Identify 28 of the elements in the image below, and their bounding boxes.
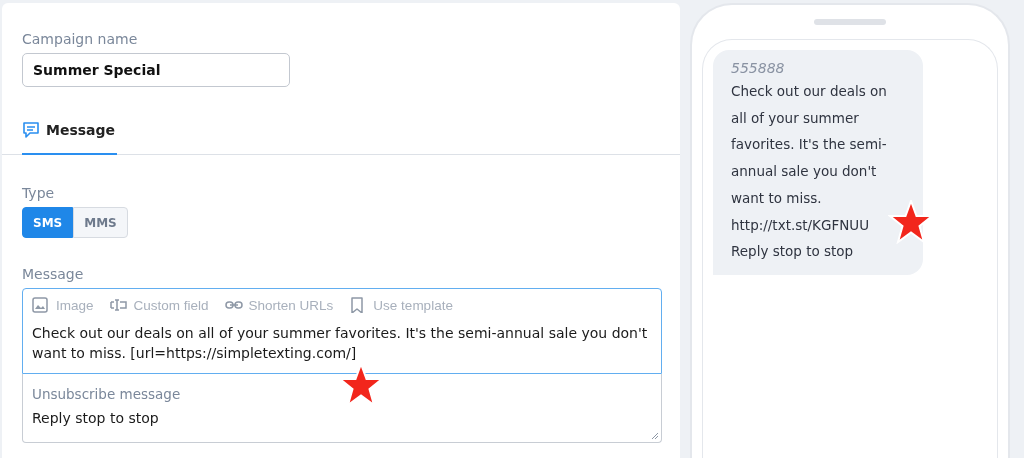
toolbar-button[interactable]: Custom field: [109, 297, 209, 313]
type-option[interactable]: MMS: [73, 207, 128, 238]
resize-handle-icon: [651, 432, 659, 440]
message-field[interactable]: Image Custom field Shorten URLs Use template Check out our deals on all of your summer favorites. It's the semi-annual sale you don't want to miss. [url=https://simpletexting.com/]: [22, 288, 662, 374]
type-option[interactable]: SMS: [22, 207, 74, 238]
unsubscribe-text: Reply stop to stop: [32, 410, 160, 426]
tab[interactable]: Message: [22, 121, 118, 155]
field-label: Type: [22, 185, 56, 201]
name-field[interactable]: Summer Special: [22, 53, 290, 87]
message-line: http://txt.st/KGFNUU: [731, 215, 871, 235]
field-label: Unsubscribe message: [32, 386, 182, 402]
message-line: all of your summer: [731, 108, 860, 128]
message-text: Check out our deals on all of your summer favorites. It's the semi-annual sale you don't want to miss. [url=https://simpletexting.com/]: [32, 324, 649, 363]
toolbar-button[interactable]: Shorten URLs: [224, 297, 334, 313]
message-line: annual sale you don't: [731, 162, 878, 182]
toolbar-button[interactable]: Use template: [349, 297, 453, 313]
sender-number: 555888: [731, 60, 786, 76]
message-line: want to miss.: [731, 188, 823, 208]
field-label: Message: [22, 266, 85, 282]
image-icon: [32, 297, 50, 313]
chat-icon: [22, 121, 40, 139]
message-line: Check out our deals on: [731, 82, 888, 101]
field-label: Campaign name: [22, 31, 139, 47]
message-line: Reply stop to stop: [731, 242, 855, 262]
toolbar-button[interactable]: Image: [32, 297, 94, 313]
text-field-icon: [109, 297, 128, 313]
phone-speaker: [814, 19, 886, 25]
message-line: favorites. It's the semi-: [731, 135, 888, 155]
